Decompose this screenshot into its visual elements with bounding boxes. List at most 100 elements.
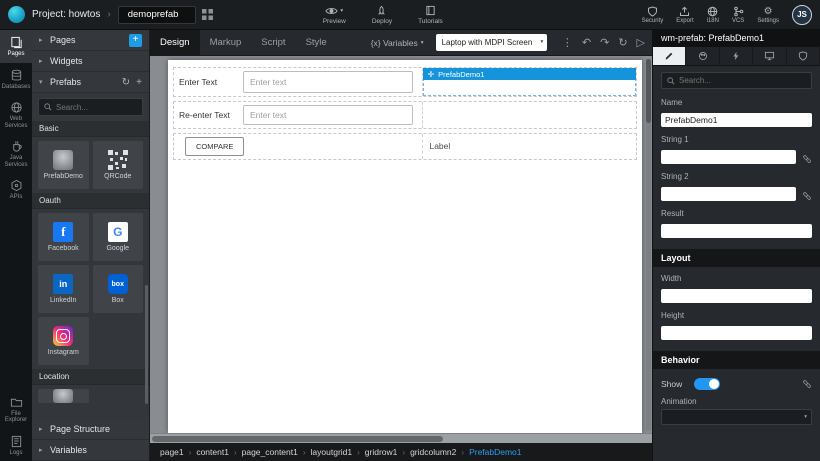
run-preview-icon[interactable]: ▷: [637, 36, 645, 49]
vertical-scroll-thumb[interactable]: [646, 59, 651, 123]
breadcrumb-gridcolumn2[interactable]: gridcolumn2: [410, 447, 456, 457]
page-structure-section-header[interactable]: ▸ Page Structure: [32, 419, 149, 440]
tab-devices[interactable]: [753, 47, 786, 65]
rail-item-java-services[interactable]: Java Services: [0, 134, 32, 173]
height-field[interactable]: [661, 326, 812, 340]
chevron-right-icon: ▸: [39, 36, 45, 44]
rail-item-file-explorer[interactable]: File Explorer: [0, 390, 32, 429]
breadcrumb-page-content1[interactable]: page_content1: [242, 447, 298, 457]
prefab-tile-qrcode[interactable]: QRCode: [93, 141, 144, 189]
monitor-icon: [764, 51, 775, 61]
google-icon: G: [108, 222, 128, 242]
variables-section-header[interactable]: ▸ Variables: [32, 440, 149, 461]
rail-item-web-services[interactable]: Web Services: [0, 95, 32, 134]
tab-style[interactable]: Style: [296, 30, 337, 55]
bind-link-icon[interactable]: [802, 154, 812, 164]
prefab-search-input[interactable]: [56, 103, 137, 112]
logs-document-icon: [10, 435, 23, 448]
prefab-tile-facebook[interactable]: f Facebook: [38, 213, 89, 261]
show-toggle[interactable]: [694, 378, 720, 390]
pages-icon: [10, 36, 23, 49]
name-field[interactable]: [661, 113, 812, 127]
settings-button[interactable]: ⚙ Settings: [757, 6, 779, 24]
rail-item-logs[interactable]: Logs: [0, 429, 32, 461]
tab-markup[interactable]: Markup: [200, 30, 252, 55]
canvas-vertical-scrollbar[interactable]: [646, 59, 651, 431]
string1-field[interactable]: [661, 150, 796, 164]
topbar-actions: ▾ Preview Deploy Tutorials: [323, 5, 443, 25]
string2-field[interactable]: [661, 187, 796, 201]
export-button[interactable]: Export: [676, 6, 693, 24]
rail-item-apis[interactable]: APIs: [0, 173, 32, 206]
compare-button[interactable]: COMPARE: [185, 137, 244, 156]
security-button[interactable]: Security: [642, 6, 664, 24]
widget-selection-bar[interactable]: ✛ PrefabDemo1: [423, 68, 636, 80]
app-grid-icon[interactable]: [202, 9, 213, 20]
rail-item-pages[interactable]: Pages: [0, 30, 32, 63]
enter-text-input[interactable]: [243, 71, 413, 93]
horizontal-scroll-thumb[interactable]: [152, 436, 443, 442]
app-selector[interactable]: demoprefab: [118, 6, 196, 24]
widgets-section-header[interactable]: ▸ Widgets: [32, 51, 149, 72]
redo-icon[interactable]: ↷: [600, 36, 609, 49]
prefabdemo-icon: [53, 150, 73, 170]
breadcrumb-content1[interactable]: content1: [196, 447, 229, 457]
java-cup-icon: [10, 140, 23, 153]
prefab-tile-box[interactable]: box Box: [93, 265, 144, 313]
breadcrumb-gridrow1[interactable]: gridrow1: [365, 447, 398, 457]
prefab-tile-prefabdemo[interactable]: PrefabDemo: [38, 141, 89, 189]
reenter-text-input[interactable]: [243, 105, 413, 125]
refresh-prefabs-icon[interactable]: ↻: [122, 77, 130, 88]
deploy-button[interactable]: Deploy: [372, 5, 392, 25]
i18n-button[interactable]: i18N: [707, 6, 719, 24]
rail-item-databases[interactable]: Databases: [0, 63, 32, 96]
breadcrumb-prefabdemo1[interactable]: PrefabDemo1: [469, 447, 521, 457]
empty-cell[interactable]: [423, 102, 636, 128]
preview-button[interactable]: ▾ Preview: [323, 5, 346, 25]
qrcode-icon: [108, 150, 128, 170]
palette-scrollbar[interactable]: [145, 285, 148, 404]
tab-design[interactable]: Design: [150, 30, 200, 55]
vcs-button[interactable]: VCS: [732, 6, 744, 24]
bind-link-icon[interactable]: [802, 191, 812, 201]
tab-events[interactable]: [720, 47, 753, 65]
canvas-horizontal-scrollbar[interactable]: [150, 433, 652, 443]
undo-icon[interactable]: ↶: [582, 36, 591, 49]
form-field-reenter-text[interactable]: Re-enter Text: [174, 102, 423, 128]
tab-styles[interactable]: [686, 47, 719, 65]
label-widget-cell[interactable]: Label: [423, 134, 636, 159]
box-icon: box: [108, 274, 128, 294]
prefab-tile-instagram[interactable]: Instagram: [38, 317, 89, 365]
wavemaker-studio: Project: howtos › demoprefab ▾ Preview: [0, 0, 820, 461]
form-field-enter-text[interactable]: Enter Text: [174, 68, 423, 96]
user-avatar[interactable]: JS: [792, 5, 812, 25]
wavemaker-logo-icon[interactable]: [8, 6, 25, 23]
tab-properties[interactable]: [653, 47, 686, 65]
properties-search-input[interactable]: [679, 76, 806, 85]
tab-security[interactable]: [787, 47, 820, 65]
width-field[interactable]: [661, 289, 812, 303]
tab-script[interactable]: Script: [251, 30, 295, 55]
more-options-icon[interactable]: ⋮: [562, 36, 573, 49]
animation-select[interactable]: ▾: [661, 409, 812, 425]
chevron-right-icon: ▸: [39, 446, 45, 454]
prefab-tile-google[interactable]: G Google: [93, 213, 144, 261]
canvas-toolbar-icons: ⋮ ↶ ↷ ↻ ▷: [562, 36, 652, 49]
selected-prefab-widget[interactable]: ✛ PrefabDemo1: [423, 68, 636, 96]
page-canvas[interactable]: Enter Text ✛ PrefabDemo1 Re-enter Text: [168, 60, 642, 433]
refresh-canvas-icon[interactable]: ↻: [618, 36, 627, 49]
add-page-button[interactable]: +: [129, 34, 142, 47]
variables-dropdown[interactable]: {x} Variables ▾: [371, 38, 424, 48]
breadcrumb-layoutgrid1[interactable]: layoutgrid1: [311, 447, 353, 457]
device-selector[interactable]: Laptop with MDPI Screen ▾: [436, 34, 548, 51]
prefabs-section-header[interactable]: ▾ Prefabs ↻ +: [32, 72, 149, 93]
instagram-icon: [53, 326, 73, 346]
breadcrumb-page1[interactable]: page1: [160, 447, 184, 457]
add-prefab-icon[interactable]: +: [136, 77, 142, 88]
tutorials-button[interactable]: Tutorials: [418, 5, 443, 25]
result-field[interactable]: [661, 224, 812, 238]
pages-section-header[interactable]: ▸ Pages +: [32, 30, 149, 51]
prefab-tile-partial[interactable]: [38, 389, 89, 403]
prefab-tile-linkedin[interactable]: in LinkedIn: [38, 265, 89, 313]
bind-link-icon[interactable]: [802, 379, 812, 389]
